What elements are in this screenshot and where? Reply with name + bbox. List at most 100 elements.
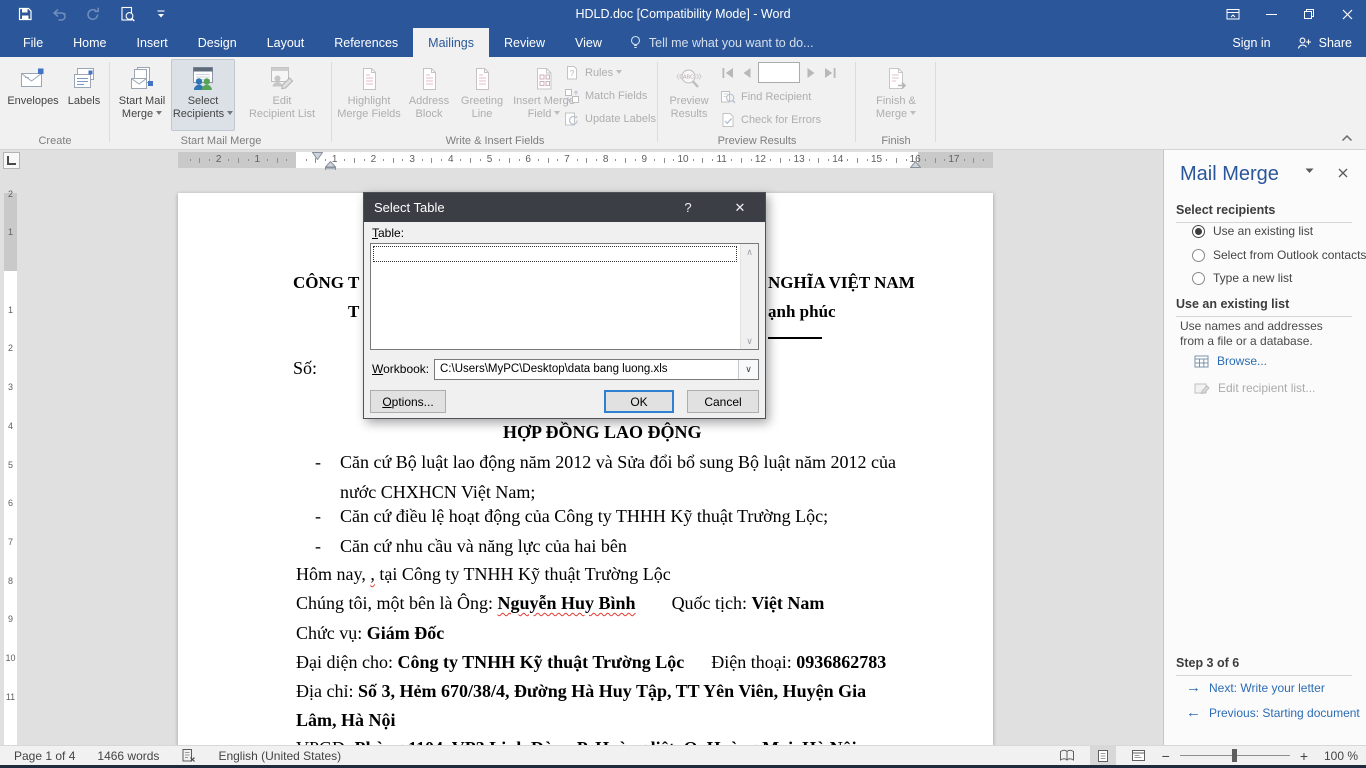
tab-references[interactable]: References — [319, 28, 413, 57]
listbox-focus-row[interactable] — [373, 246, 737, 262]
select-recipients-button[interactable]: SelectRecipients — [171, 59, 235, 131]
button-label: Edit — [273, 95, 292, 108]
document-line[interactable]: CÔNG T — [293, 271, 359, 294]
page-indicator[interactable]: Page 1 of 4 — [14, 749, 75, 763]
radio-type-new-list[interactable]: Type a new list — [1192, 271, 1292, 285]
ruler-tick — [741, 158, 742, 163]
combo-dropdown-icon[interactable]: ∨ — [738, 360, 758, 379]
zoom-slider-thumb[interactable] — [1232, 749, 1237, 762]
scroll-down-icon[interactable]: ∨ — [741, 333, 758, 349]
ruler-number: 5 — [4, 460, 17, 470]
document-line[interactable]: NGHĨA VIỆT NAM — [768, 271, 915, 294]
collapse-ribbon-icon[interactable] — [1338, 131, 1356, 145]
envelopes-button[interactable]: Envelopes — [4, 59, 62, 131]
radio-icon[interactable] — [1192, 272, 1205, 285]
document-line[interactable]: Lâm, Hà Nội — [296, 709, 396, 732]
minimize-icon[interactable] — [1252, 0, 1290, 28]
word-count[interactable]: 1466 words — [97, 749, 159, 763]
document-line[interactable]: HỢP ĐỒNG LAO ĐỘNG — [503, 421, 702, 444]
zoom-in-button[interactable]: + — [1300, 751, 1308, 761]
language-indicator[interactable]: English (United States) — [218, 749, 341, 763]
sign-in-link[interactable]: Sign in — [1232, 36, 1270, 50]
web-layout-icon[interactable] — [1126, 746, 1152, 765]
workbook-combobox[interactable]: C:\Users\MyPC\Desktop\data bang luong.xl… — [434, 359, 759, 380]
document-line[interactable]: - — [315, 451, 321, 474]
share-button[interactable]: Share — [1297, 36, 1352, 50]
scroll-up-icon[interactable]: ∧ — [741, 244, 758, 260]
save-icon[interactable] — [8, 1, 42, 27]
proofing-status-icon[interactable] — [181, 748, 196, 763]
document-line[interactable]: Địa chỉ: Số 3, Hẻm 670/38/4, Đường Hà Hu… — [296, 680, 866, 703]
text-run: Quốc tịch: — [636, 593, 752, 613]
close-icon[interactable] — [1328, 0, 1366, 28]
print-layout-icon[interactable] — [1090, 746, 1116, 765]
document-line[interactable]: Số: — [293, 357, 317, 380]
zoom-slider[interactable] — [1180, 755, 1290, 756]
tab-mailings[interactable]: Mailings — [413, 28, 489, 57]
table-listbox[interactable]: ∧ ∨ — [370, 243, 759, 350]
button-label: Field — [528, 108, 561, 121]
right-indent-marker[interactable] — [910, 161, 921, 169]
text-run: - — [315, 536, 321, 556]
radio-use-existing-list[interactable]: Use an existing list — [1192, 224, 1313, 238]
restore-icon[interactable] — [1290, 0, 1328, 28]
tab-insert[interactable]: Insert — [122, 28, 183, 57]
document-line[interactable]: Chức vụ: Giám Đốc — [296, 622, 444, 645]
customize-qat-icon[interactable] — [144, 1, 178, 27]
document-line[interactable]: - — [315, 535, 321, 558]
listbox-scrollbar[interactable]: ∧ ∨ — [740, 244, 758, 349]
radio-icon[interactable] — [1192, 225, 1205, 238]
dropdown-caret-icon — [616, 70, 622, 74]
undo-icon[interactable] — [42, 1, 76, 27]
document-line[interactable]: - — [315, 505, 321, 528]
dialog-title-bar[interactable]: Select Table — [364, 193, 765, 222]
pane-menu-icon[interactable] — [1305, 168, 1314, 174]
tab-design[interactable]: Design — [183, 28, 252, 57]
read-mode-icon[interactable] — [1054, 746, 1080, 765]
radio-select-from-outlook[interactable]: Select from Outlook contacts — [1192, 248, 1366, 262]
document-line[interactable]: VPGD: Phòng 1104, VP3 Linh Đàm, P. Hoàng… — [296, 737, 857, 745]
dialog-help-icon[interactable]: ? — [673, 193, 703, 222]
vertical-ruler[interactable]: 211234567891011 — [4, 170, 17, 745]
tab-home[interactable]: Home — [58, 28, 121, 57]
tab-file[interactable]: File — [8, 28, 58, 57]
tab-selector[interactable] — [3, 152, 20, 169]
tell-me-box[interactable]: Tell me what you want to do... — [617, 28, 826, 57]
text-run: Căn cứ nhu cầu và năng lực của hai bên — [340, 536, 627, 556]
ruler-tick — [344, 159, 345, 161]
first-line-indent-marker[interactable] — [312, 152, 323, 160]
zoom-out-button[interactable]: − — [1162, 751, 1170, 761]
dialog-close-icon[interactable]: ✕ — [723, 193, 757, 222]
print-preview-icon[interactable] — [110, 1, 144, 27]
document-line[interactable]: Căn cứ Bộ luật lao động năm 2012 và Sửa … — [340, 451, 896, 474]
tab-view[interactable]: View — [560, 28, 617, 57]
pane-close-icon[interactable] — [1338, 168, 1348, 178]
radio-icon[interactable] — [1192, 249, 1205, 262]
document-line[interactable]: Chúng tôi, một bên là Ông: Nguyễn Huy Bì… — [296, 592, 824, 615]
zoom-level[interactable]: 100 % — [1318, 749, 1358, 763]
browse-link[interactable]: Browse... — [1194, 354, 1267, 368]
ribbon-display-options-icon[interactable] — [1214, 0, 1252, 28]
document-line[interactable]: Đại diện cho: Công ty TNHH Kỹ thuật Trườ… — [296, 651, 886, 674]
start-mail-merge-button[interactable]: Start MailMerge — [114, 59, 170, 131]
document-line[interactable]: Căn cứ điều lệ hoạt động của Công ty THH… — [340, 505, 828, 528]
horizontal-ruler[interactable]: 211234567891011121314151617 — [0, 150, 1163, 170]
tab-review[interactable]: Review — [489, 28, 560, 57]
next-step-link[interactable]: → Next: Write your letter — [1186, 681, 1325, 695]
labels-button[interactable]: Labels — [62, 59, 106, 131]
document-line[interactable]: Căn cứ nhu cầu và năng lực của hai bên — [340, 535, 627, 558]
ruler-number: 8 — [4, 576, 17, 586]
options-button[interactable]: Options... — [370, 390, 446, 413]
previous-step-link[interactable]: ← Previous: Starting document — [1186, 706, 1360, 720]
cancel-button[interactable]: Cancel — [687, 390, 759, 413]
document-line[interactable]: Hôm nay, , tại Công ty TNHH Kỹ thuật Trư… — [296, 563, 671, 586]
redo-icon[interactable] — [76, 1, 110, 27]
ok-button[interactable]: OK — [604, 390, 674, 413]
document-line[interactable]: ạnh phúc — [768, 300, 836, 323]
tab-layout[interactable]: Layout — [252, 28, 320, 57]
document-line[interactable]: T — [348, 300, 359, 323]
ruler-tick — [702, 158, 703, 163]
button-label: Finish & — [876, 95, 916, 108]
svg-text:ABC: ABC — [683, 75, 694, 81]
document-line[interactable]: nước CHXHCN Việt Nam; — [340, 481, 535, 504]
